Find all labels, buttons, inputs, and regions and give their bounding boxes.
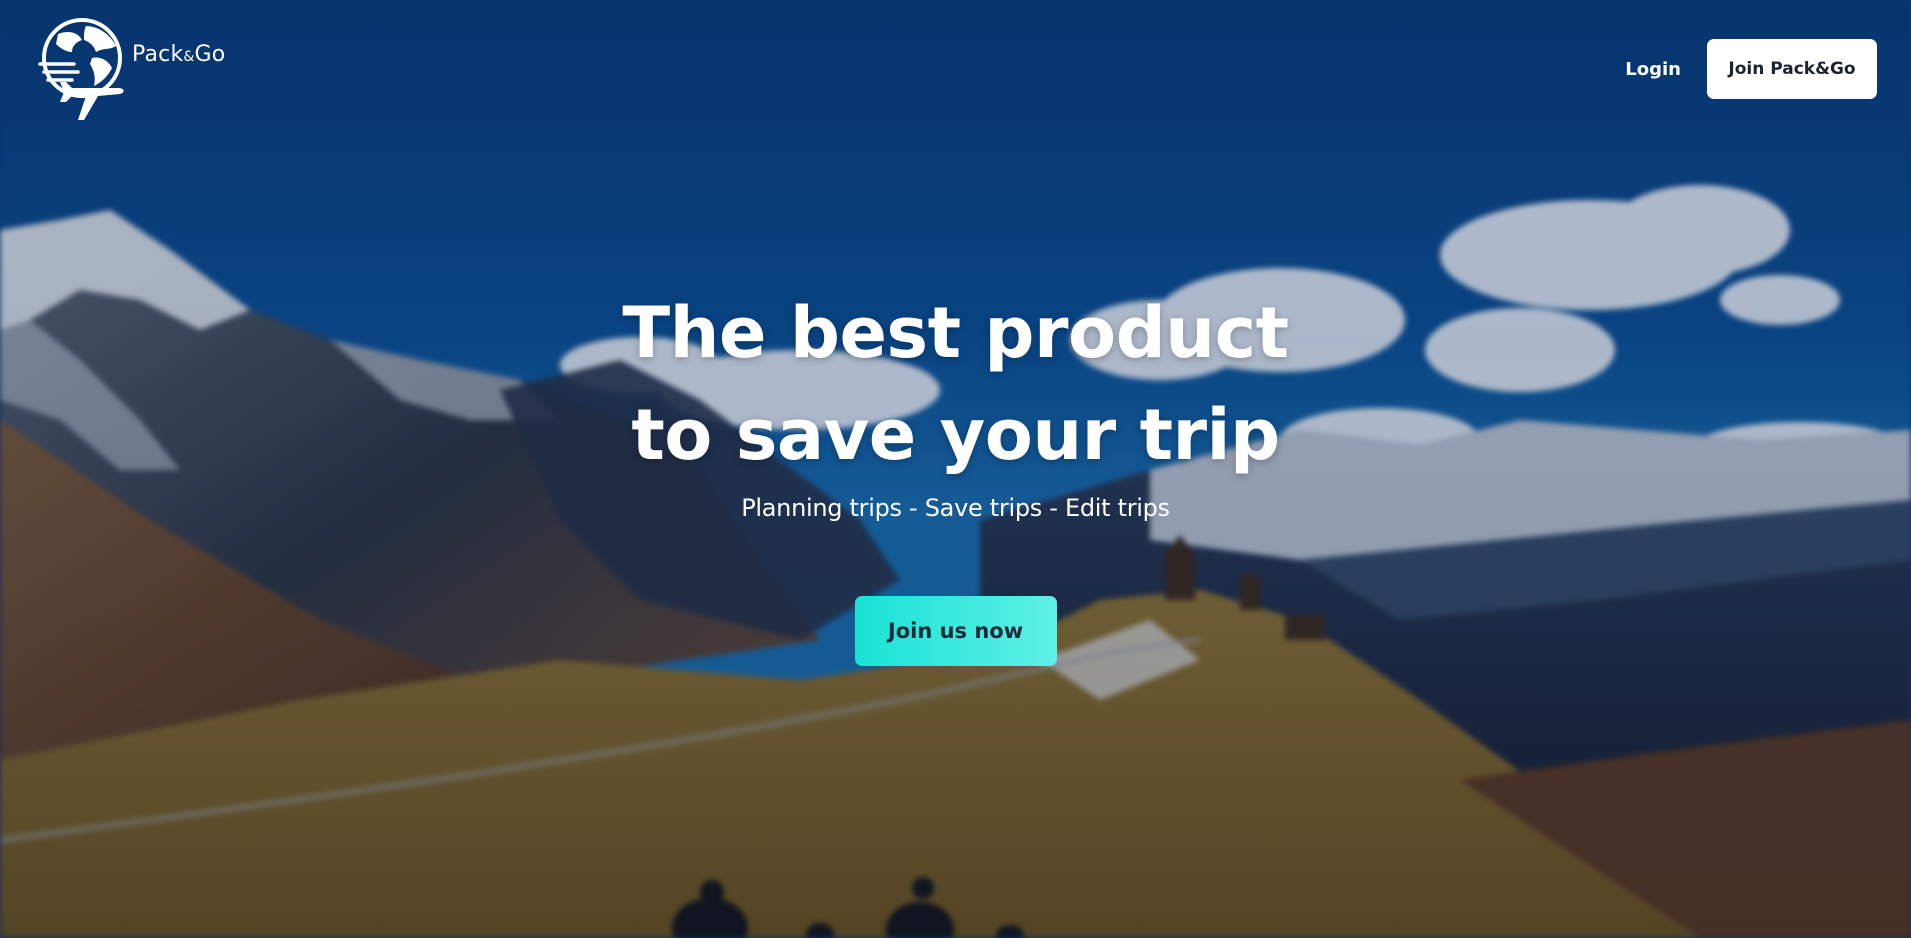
hero-title-line-1: The best product xyxy=(622,292,1289,374)
hero-title: The best product to save your trip xyxy=(0,282,1911,486)
hero-section: The best product to save your trip Plann… xyxy=(0,282,1911,666)
brand-logo[interactable]: Pack&Go xyxy=(38,16,225,124)
hero-subtitle: Planning trips - Save trips - Edit trips xyxy=(741,494,1170,522)
header-nav: Login Join Pack&Go xyxy=(1625,39,1877,99)
brand-name: Pack&Go xyxy=(132,42,226,67)
globe-airplane-icon xyxy=(38,18,124,120)
site-header: Pack&Go Login Join Pack&Go xyxy=(0,0,1911,130)
join-packgo-button[interactable]: Join Pack&Go xyxy=(1707,39,1877,99)
login-link[interactable]: Login xyxy=(1625,59,1681,80)
join-us-now-button[interactable]: Join us now xyxy=(854,596,1057,666)
hero-title-line-2: to save your trip xyxy=(631,394,1280,476)
